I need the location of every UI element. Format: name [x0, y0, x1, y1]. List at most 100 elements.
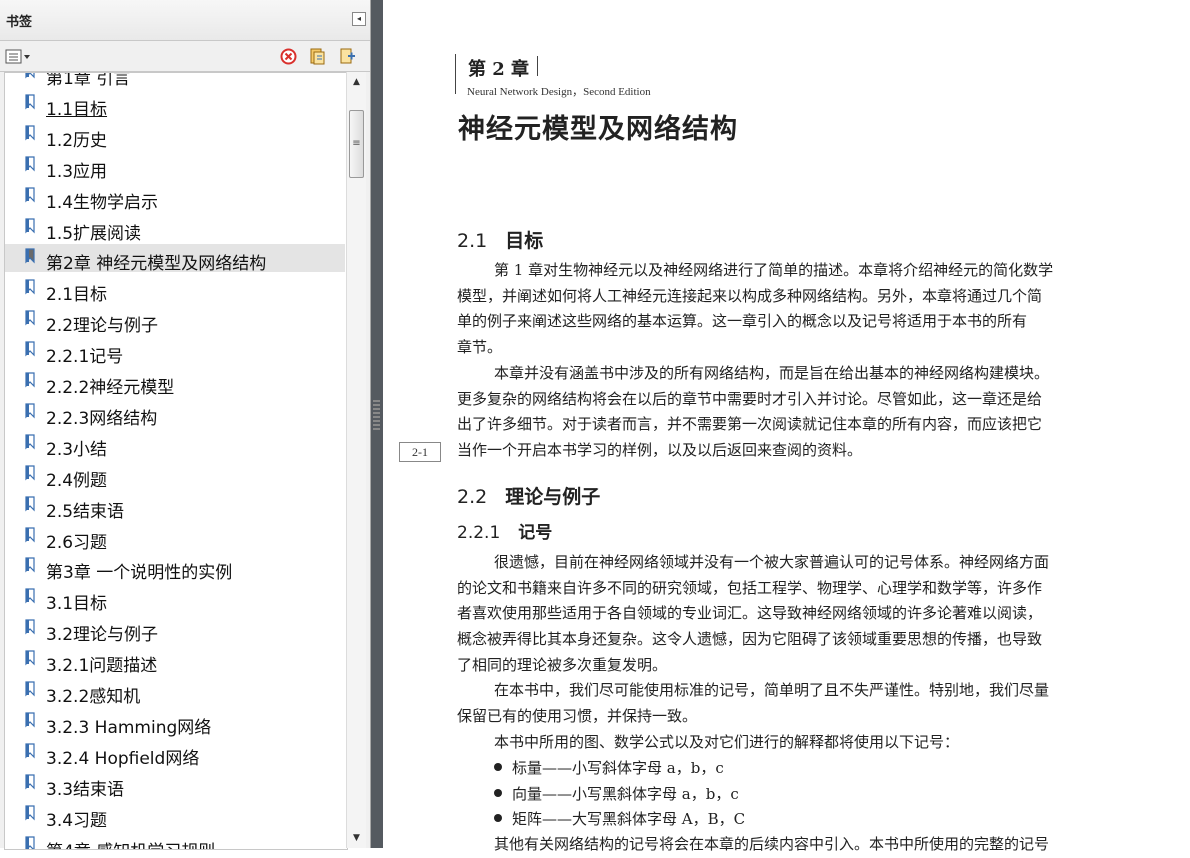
- bookmark-item[interactable]: 2.4例题: [5, 461, 345, 491]
- bookmark-label: 2.6习题: [46, 532, 108, 553]
- options-menu-icon[interactable]: [5, 48, 31, 65]
- bookmark-icon: [25, 341, 36, 359]
- bookmark-item[interactable]: 2.2.1记号: [5, 337, 345, 368]
- section-heading: 2.1 目标: [457, 226, 543, 253]
- panel-title: 书签: [6, 15, 33, 30]
- bookmark-item[interactable]: 2.1目标: [5, 275, 345, 306]
- bookmark-label: 2.2.1记号: [46, 347, 124, 368]
- section-title: 理论与例子: [505, 486, 601, 508]
- paragraph-line: 单的例子来阐述这些网络的基本运算。这一章引入的概念以及记号将适用于本书的所有: [457, 312, 1028, 331]
- paragraph: 第 1 章对生物神经元以及神经网络进行了简单的描述。本章将介绍神经元的简化数学模…: [457, 258, 1167, 361]
- bookmark-item[interactable]: 3.2理论与例子: [5, 615, 345, 646]
- bookmark-label: 3.1目标: [46, 594, 108, 615]
- bookmark-item[interactable]: 第1章 引言: [5, 72, 345, 89]
- paragraph-line: 模型，并阐述如何将人工神经元连接起来以构成多种网络结构。另外，本章将通过几个简: [457, 286, 1043, 305]
- bookmark-icon: [25, 279, 36, 297]
- expand-bookmark-icon[interactable]: [309, 48, 326, 65]
- bookmark-item[interactable]: 2.5结束语: [5, 492, 345, 522]
- scroll-up-arrow-icon[interactable]: ▲: [347, 72, 366, 92]
- bullet-text: 向量——小写黑斜体字母 a，b，c: [512, 784, 739, 803]
- bookmark-label: 3.2理论与例子: [46, 625, 159, 646]
- bookmark-icon: [25, 619, 36, 637]
- scroll-down-arrow-icon[interactable]: ▼: [347, 828, 366, 848]
- bookmark-icon: [25, 434, 36, 452]
- chapter-subtitle: Neural Network Design，Second Edition: [467, 86, 651, 98]
- bookmark-label: 1.5扩展阅读: [46, 223, 142, 244]
- bookmark-scrollbar[interactable]: ▲ ≡ ▼: [346, 72, 366, 848]
- collapse-panel-button[interactable]: ◂: [352, 12, 366, 26]
- paragraph: 其他有关网络结构的记号将会在本章的后续内容中引入。本书中所使用的完整的记号: [457, 832, 1167, 858]
- bookmark-label: 1.1目标: [46, 99, 108, 120]
- bookmark-icon: [25, 156, 36, 174]
- bookmark-icon: [25, 217, 36, 236]
- bookmark-label: 2.2理论与例子: [46, 316, 159, 337]
- bookmark-label: 1.2历史: [46, 130, 108, 151]
- splitter-grip-icon[interactable]: [373, 400, 380, 430]
- bookmark-icon: [25, 650, 36, 668]
- bookmark-item[interactable]: 第3章 一个说明性的实例: [5, 553, 345, 584]
- panel-header: 书签 ◂: [0, 0, 370, 41]
- bookmark-icon: [25, 403, 36, 421]
- bookmark-label: 2.1目标: [46, 285, 108, 306]
- paragraph: 本书中所用的图、数学公式以及对它们进行的解释都将使用以下记号：: [457, 730, 1167, 756]
- bookmark-item[interactable]: 2.2.2神经元模型: [5, 368, 345, 398]
- bookmark-label: 3.2.4 Hopfield网络: [46, 748, 200, 769]
- bullet-dot-icon: [494, 763, 502, 771]
- bookmark-icon: [25, 588, 36, 606]
- paragraph-line: 在本书中，我们尽可能使用标准的记号，简单明了且不失严谨性。特别地，我们尽量: [494, 681, 1050, 699]
- paragraph-line: 第 1 章对生物神经元以及神经网络进行了简单的描述。本章将介绍神经元的简化数学: [494, 261, 1054, 279]
- bookmark-label: 第1章 引言: [46, 72, 131, 89]
- delete-bookmark-icon[interactable]: [280, 48, 297, 65]
- paragraph-line: 者喜欢使用那些适用于各自领域的专业词汇。这导致神经网络领域的许多论著难以阅读，: [457, 604, 1043, 623]
- bookmark-item[interactable]: 第2章 神经元模型及网络结构: [5, 244, 345, 275]
- chapter-rule: [455, 54, 456, 94]
- bookmark-item[interactable]: 3.3结束语: [5, 770, 345, 800]
- bookmark-item[interactable]: 第4章 感知机学习规则: [5, 832, 345, 849]
- scroll-thumb[interactable]: ≡: [349, 110, 364, 178]
- chapter-title: 神经元模型及网络结构: [458, 114, 738, 145]
- subsection-heading: 2.2.1 记号: [457, 518, 552, 543]
- bookmark-label: 第2章 神经元模型及网络结构: [46, 254, 267, 275]
- paragraph: 在本书中，我们尽可能使用标准的记号，简单明了且不失严谨性。特别地，我们尽量 保留已…: [457, 678, 1167, 729]
- bookmark-item[interactable]: 2.6习题: [5, 523, 345, 553]
- bookmark-icon: [25, 310, 36, 328]
- bookmark-item[interactable]: 1.4生物学启示: [5, 183, 345, 213]
- paragraph-line: 本章并没有涵盖书中涉及的所有网络结构，而是旨在给出基本的神经网络构建模块。: [494, 364, 1050, 382]
- bookmark-label: 1.4生物学启示: [46, 192, 159, 213]
- bookmark-item[interactable]: 1.3应用: [5, 152, 345, 182]
- new-bookmark-icon[interactable]: [339, 48, 356, 65]
- bookmark-item[interactable]: 2.2.3网络结构: [5, 399, 345, 429]
- margin-page-label: 2-1: [399, 442, 441, 462]
- bookmarks-panel: 书签 ◂ 第1章 引言 1.1目标 1.2历史 1.3应用 1.4生物学启示 1…: [0, 0, 371, 850]
- bookmark-item[interactable]: 1.5扩展阅读: [5, 214, 345, 244]
- bookmark-icon: [25, 465, 36, 483]
- panel-splitter[interactable]: [371, 0, 383, 848]
- paragraph-line: 很遗憾，目前在神经网络领域并没有一个被大家普遍认可的记号体系。神经网络方面: [494, 553, 1050, 571]
- bullet-item: 向量——小写黑斜体字母 a，b，c: [494, 783, 739, 804]
- bookmark-item[interactable]: 3.1目标: [5, 584, 345, 615]
- bookmark-item[interactable]: 3.2.1问题描述: [5, 646, 345, 676]
- bookmark-item[interactable]: 1.2历史: [5, 121, 345, 151]
- paragraph-line: 章节。: [457, 338, 503, 357]
- chapter-number: 第 2 章: [468, 59, 530, 80]
- paragraph-line: 当作一个开启本书学习的样例，以及以后返回来查阅的资料。: [457, 441, 863, 460]
- bookmark-icon: [25, 712, 36, 730]
- bookmark-item[interactable]: 3.2.3 Hamming网络: [5, 708, 345, 738]
- subsection-title: 记号: [518, 523, 553, 543]
- paragraph-line: 本书中所用的图、数学公式以及对它们进行的解释都将使用以下记号：: [494, 733, 960, 751]
- bookmark-label: 2.2.2神经元模型: [46, 378, 175, 398]
- bookmark-item[interactable]: 3.2.4 Hopfield网络: [5, 739, 345, 769]
- paragraph-line: 了相同的理论被多次重复发明。: [457, 655, 668, 674]
- bookmark-item[interactable]: 1.1目标: [5, 90, 345, 120]
- section-heading: 2.2 理论与例子: [457, 482, 600, 509]
- bookmark-label: 3.2.2感知机: [46, 687, 141, 707]
- bookmark-item[interactable]: 2.3小结: [5, 430, 345, 460]
- bookmark-item[interactable]: 3.2.2感知机: [5, 677, 345, 707]
- bookmark-item[interactable]: 3.4习题: [5, 801, 345, 831]
- bookmark-icon: [25, 804, 36, 823]
- subsection-number: 2.2.1: [457, 523, 501, 543]
- bullet-dot-icon: [494, 788, 502, 797]
- bookmark-label: 第3章 一个说明性的实例: [46, 563, 233, 584]
- paragraph-line: 概念被弄得比其本身还复杂。这令人遗憾，因为它阻碍了该领域重要思想的传播，也导致: [457, 630, 1043, 649]
- bookmark-item[interactable]: 2.2理论与例子: [5, 306, 345, 337]
